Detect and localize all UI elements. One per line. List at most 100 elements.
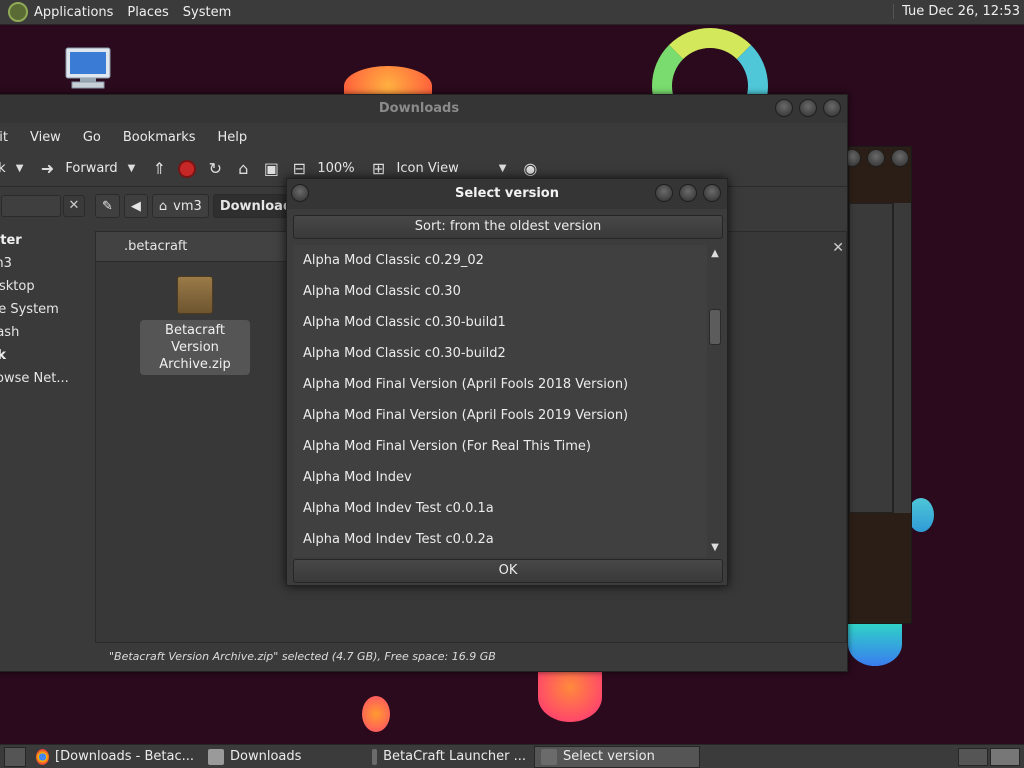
file-item[interactable]: Betacraft Version Archive.zip xyxy=(140,276,250,375)
show-desktop-button[interactable] xyxy=(4,746,26,767)
sidebar-list: uter m3 esktop ile System rash rk rowse … xyxy=(0,229,95,390)
folder-tab[interactable]: .betacraft xyxy=(96,232,296,262)
sidebar-item-trash[interactable]: rash xyxy=(0,321,95,344)
file-name-line-1: Betacraft Version xyxy=(165,323,225,355)
taskbar-item-browser[interactable]: [Downloads - Betac... xyxy=(30,746,200,768)
taskbar-item-select-version-label: Select version xyxy=(563,749,655,764)
applications-menu[interactable]: Applications xyxy=(34,5,113,20)
version-list-item[interactable]: Alpha Mod Indev Test c0.0.2a xyxy=(293,524,707,555)
menubar: dit View Go Bookmarks Help xyxy=(0,123,847,151)
menu-go[interactable]: Go xyxy=(83,130,101,145)
zoom-in-icon[interactable]: ⊞ xyxy=(369,159,389,179)
stop-icon[interactable] xyxy=(177,159,197,179)
reload-icon[interactable]: ↻ xyxy=(205,159,225,179)
dialog-close-button[interactable] xyxy=(703,184,721,202)
back-button[interactable]: ck ▼ xyxy=(0,161,23,176)
version-list-item[interactable]: Alpha Mod Classic c0.30 xyxy=(293,276,707,307)
computer-desktop-icon[interactable] xyxy=(62,46,114,90)
workspace-switcher[interactable] xyxy=(958,748,1020,766)
file-manager-titlebar[interactable]: Downloads xyxy=(0,95,847,123)
version-list-item[interactable]: Alpha Mod Indev xyxy=(293,462,707,493)
version-list-item[interactable]: Alpha Mod Final Version (For Real This T… xyxy=(293,431,707,462)
home-icon[interactable]: ⌂ xyxy=(233,159,253,179)
sidebar-select[interactable] xyxy=(1,195,61,217)
back-label: ck xyxy=(0,161,6,176)
dialog-menu-button[interactable] xyxy=(291,184,309,202)
view-mode-label: Icon View xyxy=(396,161,459,176)
clock[interactable]: Tue Dec 26, 12:53 xyxy=(893,4,1020,19)
desktop-small-orange-blob xyxy=(362,696,390,732)
zoom-out-icon[interactable]: ⊟ xyxy=(289,159,309,179)
version-list-item[interactable]: Alpha Mod Classic c0.29_02 xyxy=(293,245,707,276)
scroll-down-icon[interactable]: ▼ xyxy=(707,541,723,555)
taskbar-item-betacraft[interactable]: BetaCraft Launcher ... xyxy=(366,746,532,768)
forward-button[interactable]: ➜ Forward ▼ xyxy=(37,159,136,179)
taskbar-item-select-version[interactable]: Select version xyxy=(534,745,700,768)
taskbar-item-browser-label: [Downloads - Betac... xyxy=(55,749,194,764)
home-folder-icon: ⌂ xyxy=(158,198,168,214)
forward-dropdown-icon[interactable]: ▼ xyxy=(128,163,136,174)
version-list[interactable]: Alpha Mod Classic c0.29_02 Alpha Mod Cla… xyxy=(293,245,707,557)
sidebar-close-icon[interactable]: ✕ xyxy=(63,195,85,217)
system-menu[interactable]: System xyxy=(183,5,231,20)
file-manager-title: Downloads xyxy=(378,101,460,116)
sidebar-item-home[interactable]: m3 xyxy=(0,252,95,275)
version-list-item[interactable]: Alpha Mod Classic c0.30-build1 xyxy=(293,307,707,338)
menu-edit[interactable]: dit xyxy=(0,130,8,145)
sidebar: ✕ uter m3 esktop ile System rash rk rows… xyxy=(0,189,95,671)
back-dropdown-icon[interactable]: ▼ xyxy=(16,163,24,174)
close-button[interactable] xyxy=(823,99,841,117)
path-left-arrow-icon[interactable]: ◀ xyxy=(123,194,148,218)
close-tab-icon[interactable]: ✕ xyxy=(832,240,844,256)
file-name-line-2: Archive.zip xyxy=(159,357,231,372)
dialog-titlebar[interactable]: Select version xyxy=(287,179,727,209)
version-list-item[interactable]: Alpha Mod Final Version (April Fools 201… xyxy=(293,400,707,431)
view-mode-dropdown-icon: ▼ xyxy=(498,163,507,174)
maximize-button[interactable] xyxy=(799,99,817,117)
search-icon[interactable]: ◉ xyxy=(520,159,540,179)
dialog-maximize-button[interactable] xyxy=(679,184,697,202)
up-icon[interactable]: ⇑ xyxy=(149,159,169,179)
path-crumb-vm3-label: vm3 xyxy=(173,198,202,214)
select-version-dialog: Select version Sort: from the oldest ver… xyxy=(286,178,728,586)
edit-path-icon[interactable]: ✎ xyxy=(95,194,120,218)
version-list-item[interactable]: Alpha Mod Indev Test c0.0.1a xyxy=(293,493,707,524)
taskbar: [Downloads - Betac... Downloads BetaCraf… xyxy=(0,744,1024,768)
sidebar-heading-network: rk xyxy=(0,348,7,363)
sort-button[interactable]: Sort: from the oldest version xyxy=(293,215,723,239)
menu-help[interactable]: Help xyxy=(218,130,248,145)
taskbar-item-downloads-label: Downloads xyxy=(230,749,302,764)
minimize-button[interactable] xyxy=(775,99,793,117)
scrollbar-thumb[interactable] xyxy=(709,309,721,345)
dialog-minimize-button[interactable] xyxy=(655,184,673,202)
distro-logo-icon[interactable] xyxy=(8,2,28,22)
bg-window-maximize-button[interactable] xyxy=(867,149,885,167)
sidebar-item-browse-network[interactable]: rowse Net... xyxy=(0,367,95,390)
sidebar-item-filesystem[interactable]: ile System xyxy=(0,298,95,321)
workspace-2[interactable] xyxy=(990,748,1020,766)
desktop-pink-blob xyxy=(538,672,602,722)
version-list-item[interactable]: Alpha Mod Final Version (April Fools 201… xyxy=(293,369,707,400)
taskbar-item-downloads[interactable]: Downloads xyxy=(202,746,364,768)
bg-window-close-button[interactable] xyxy=(891,149,909,167)
ok-button[interactable]: OK xyxy=(293,559,723,583)
workspace-1[interactable] xyxy=(958,748,988,766)
version-list-item[interactable]: Alpha Mod Classic c0.30-build2 xyxy=(293,338,707,369)
scroll-up-icon[interactable]: ▲ xyxy=(707,247,723,261)
pathbar: ✎ ◀ ⌂ vm3 Downloads xyxy=(95,193,311,219)
menu-bookmarks[interactable]: Bookmarks xyxy=(123,130,196,145)
background-window xyxy=(843,146,912,624)
places-menu[interactable]: Places xyxy=(127,5,168,20)
sidebar-item-desktop[interactable]: esktop xyxy=(0,275,95,298)
path-crumb-vm3[interactable]: ⌂ vm3 xyxy=(151,194,209,218)
version-list-scrollbar[interactable]: ▲ ▼ xyxy=(707,245,723,557)
betacraft-icon xyxy=(541,748,557,765)
folder-icon xyxy=(208,748,224,765)
menu-view[interactable]: View xyxy=(30,130,61,145)
betacraft-icon xyxy=(372,748,378,765)
desktop-cyan-blob xyxy=(848,622,902,666)
computer-icon[interactable]: ▣ xyxy=(261,159,281,179)
bg-window-scrollbar[interactable] xyxy=(893,203,911,513)
dialog-title: Select version xyxy=(455,186,559,201)
view-mode-select[interactable]: Icon View ▼ xyxy=(397,161,507,176)
